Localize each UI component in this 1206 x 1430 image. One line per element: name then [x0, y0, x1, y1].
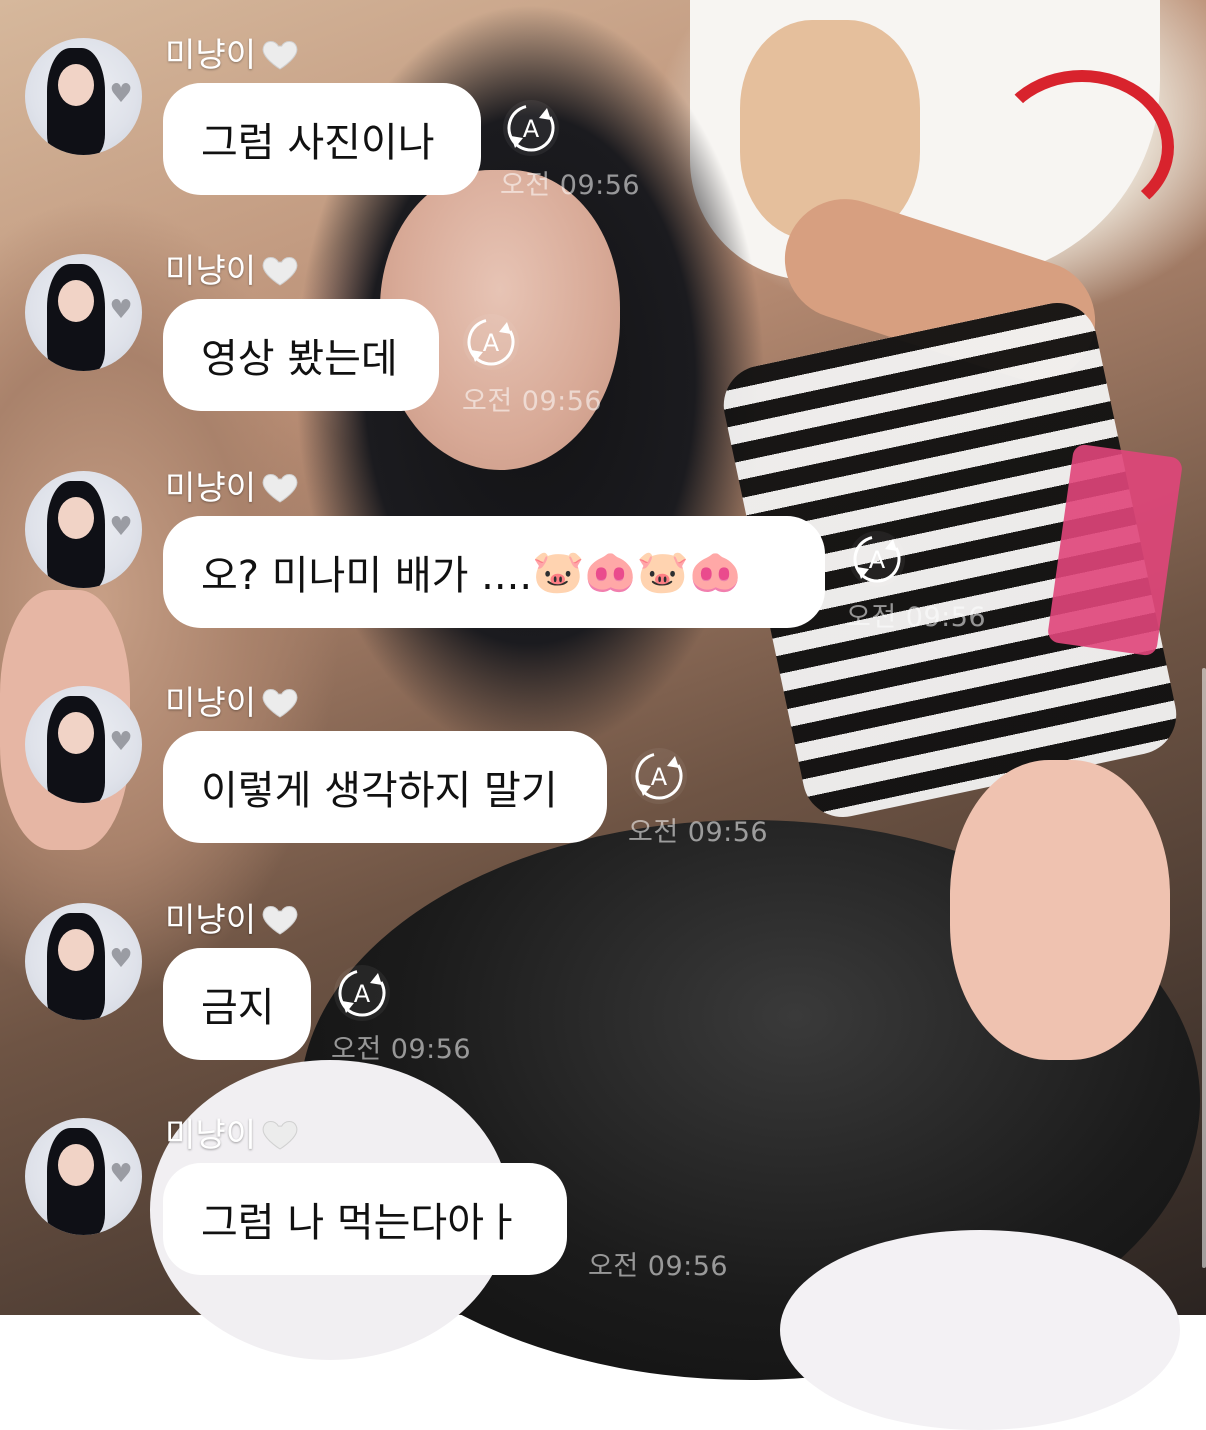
sender-name: 미냥이: [165, 1110, 298, 1154]
avatar-heart-icon: ♥: [109, 727, 133, 757]
avatar-face: [58, 64, 94, 106]
background-white-patch: [780, 1230, 1180, 1430]
message-timestamp: 오전 09:56: [500, 170, 641, 201]
sender-name: 미냥이: [165, 246, 298, 290]
auto-translate-icon[interactable]: A: [849, 531, 905, 587]
message-text: 그럼 사진이나: [201, 120, 435, 166]
avatar-face: [58, 929, 94, 971]
avatar[interactable]: ♥: [25, 903, 142, 1020]
avatar-face: [58, 497, 94, 539]
sender-name: 미냥이: [165, 678, 298, 722]
message-timestamp: 오전 09:56: [462, 386, 603, 417]
svg-text:A: A: [869, 546, 886, 574]
background-sleeve-trim: [990, 70, 1174, 224]
sender-name-text: 미냥이: [165, 900, 257, 939]
message-bubble[interactable]: 그럼 사진이나: [163, 83, 481, 195]
sender-name: 미냥이: [165, 895, 298, 939]
sender-name-text: 미냥이: [165, 683, 257, 722]
message-timestamp: 오전 09:56: [628, 817, 769, 848]
avatar[interactable]: ♥: [25, 38, 142, 155]
avatar-face: [58, 1144, 94, 1186]
message-timestamp: 오전 09:56: [846, 602, 987, 633]
svg-text:A: A: [523, 115, 540, 143]
white-heart-icon: [260, 1114, 298, 1150]
sender-name-text: 미냥이: [165, 1115, 257, 1154]
message-text: 그럼 나 먹는다아ㅏ: [201, 1200, 521, 1246]
white-heart-icon: [260, 682, 298, 718]
sender-name-text: 미냥이: [165, 251, 257, 290]
sender-name-text: 미냥이: [165, 35, 257, 74]
pig-face-emoji: 🐷: [532, 547, 585, 596]
message-text: 영상 봤는데: [201, 336, 398, 382]
avatar-heart-icon: ♥: [109, 1159, 133, 1189]
message-bubble[interactable]: 이렇게 생각하지 말기: [163, 731, 607, 843]
message-text: 금지: [201, 985, 275, 1031]
svg-text:A: A: [651, 763, 668, 791]
svg-text:A: A: [483, 329, 500, 357]
message-text: 이렇게 생각하지 말기: [201, 768, 558, 814]
scrollbar[interactable]: [1202, 668, 1206, 1268]
avatar[interactable]: ♥: [25, 254, 142, 371]
avatar[interactable]: ♥: [25, 471, 142, 588]
avatar-face: [58, 280, 94, 322]
white-heart-icon: [260, 34, 298, 70]
white-heart-icon: [260, 467, 298, 503]
svg-text:A: A: [354, 980, 371, 1008]
sender-name: 미냥이: [165, 30, 298, 74]
message-bubble[interactable]: 영상 봤는데: [163, 299, 439, 411]
avatar-heart-icon: ♥: [109, 79, 133, 109]
pig-nose-emoji: 🐽: [584, 547, 637, 596]
message-timestamp: 오전 09:56: [331, 1034, 472, 1065]
avatar[interactable]: ♥: [25, 1118, 142, 1235]
avatar-heart-icon: ♥: [109, 944, 133, 974]
white-heart-icon: [260, 250, 298, 286]
message-timestamp: 오전 09:56: [588, 1251, 729, 1282]
auto-translate-icon[interactable]: A: [631, 748, 687, 804]
message-bubble[interactable]: 그럼 나 먹는다아ㅏ: [163, 1163, 567, 1275]
sender-name: 미냥이: [165, 463, 298, 507]
pig-face-emoji: 🐷: [636, 547, 689, 596]
avatar-heart-icon: ♥: [109, 512, 133, 542]
auto-translate-icon[interactable]: A: [503, 100, 559, 156]
auto-translate-icon[interactable]: A: [463, 314, 519, 370]
avatar[interactable]: ♥: [25, 686, 142, 803]
message-text: 오? 미나미 배가 ....: [201, 553, 533, 599]
white-heart-icon: [260, 899, 298, 935]
message-bubble[interactable]: 오? 미나미 배가 .... 🐷 🐽 🐷 🐽: [163, 516, 825, 628]
auto-translate-icon[interactable]: A: [334, 965, 390, 1021]
sender-name-text: 미냥이: [165, 468, 257, 507]
pig-nose-emoji: 🐽: [688, 547, 742, 596]
background-hand: [950, 760, 1170, 1060]
message-bubble[interactable]: 금지: [163, 948, 311, 1060]
avatar-face: [58, 712, 94, 754]
avatar-heart-icon: ♥: [109, 295, 133, 325]
